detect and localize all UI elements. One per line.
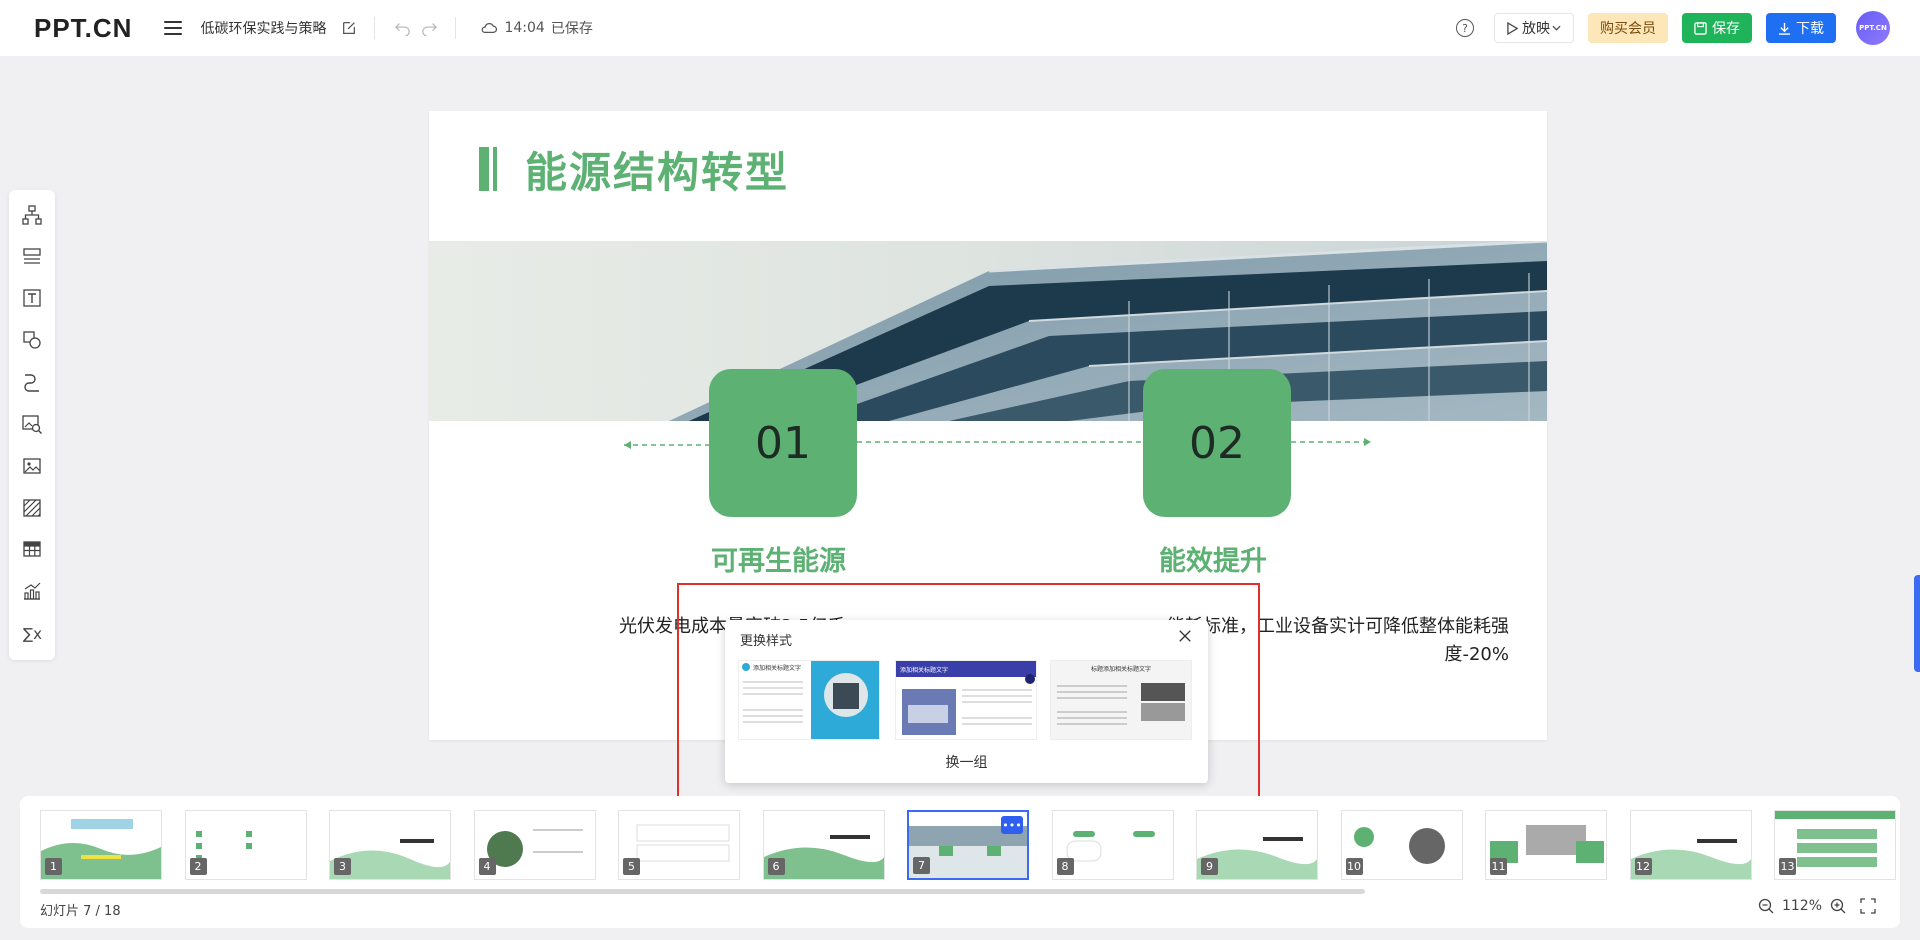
change-style-popup: 更换样式 添加相关标题文字 添加相关标题文字 标题添加相关标题文字 换一组 <box>725 620 1208 783</box>
close-icon[interactable] <box>1178 628 1194 644</box>
slide-thumbnail-7[interactable]: 7 ••• <box>907 810 1029 880</box>
thumbnail-number: 9 <box>1201 858 1218 875</box>
slide-thumbnail-6[interactable]: 6 <box>762 810 885 880</box>
style-preview-1 <box>742 661 879 739</box>
undo-icon[interactable] <box>393 19 413 37</box>
slide-thumbnail-4[interactable]: 4 <box>473 810 596 880</box>
style-option-2[interactable]: 添加相关标题文字 <box>895 660 1037 740</box>
thumbnail-number: 13 <box>1779 858 1796 875</box>
slide-thumbnail-9[interactable]: 9 <box>1196 810 1318 880</box>
play-button[interactable]: 放映 <box>1494 13 1574 43</box>
slide-thumbnail-panel: 1 2 3 4 5 6 7 ••• 8 9 10 11 12 13 幻灯片 7 / 18 112% <box>20 796 1900 928</box>
org-chart-icon[interactable] <box>17 200 47 230</box>
slide-thumbnail-12[interactable]: 12 <box>1629 810 1752 880</box>
download-button[interactable]: 下载 <box>1766 13 1836 43</box>
menu-icon[interactable] <box>164 21 183 35</box>
logo[interactable]: PPT.CN <box>34 13 132 44</box>
thumbnail-number: 5 <box>623 858 640 875</box>
image-icon[interactable] <box>17 451 47 481</box>
thumbnail-number: 1 <box>45 858 62 875</box>
header-actions: ? 放映 购买会员 保存 下载 PPT.CN <box>1456 0 1890 56</box>
thumbnail-number: 3 <box>334 858 351 875</box>
zoom-level: 112% <box>1781 898 1822 914</box>
logo-text: PPT.CN <box>34 12 133 43</box>
slide-thumbnail-2[interactable]: 2 <box>184 810 307 880</box>
slide-thumbnail-11[interactable]: 11 <box>1485 810 1607 880</box>
formula-icon[interactable]: ∑x <box>17 618 47 648</box>
line-icon[interactable] <box>17 367 47 397</box>
save-button[interactable]: 保存 <box>1682 13 1752 43</box>
top-bar: PPT.CN 低碳环保实践与策略 14:04 已保存 ? 放映 购买会员 保存 … <box>0 0 1920 56</box>
slide-thumbnail-8[interactable]: 8 <box>1051 810 1174 880</box>
number-box-01[interactable]: 01 <box>709 369 857 517</box>
table-icon[interactable] <box>17 535 47 565</box>
shape-icon[interactable] <box>17 325 47 355</box>
redo-icon[interactable] <box>419 19 439 37</box>
save-status-text: 已保存 <box>550 21 593 37</box>
chevron-down-icon <box>1552 25 1561 31</box>
cloud-icon <box>482 23 498 33</box>
more-options-icon[interactable]: ••• <box>1001 816 1023 834</box>
edit-title-icon[interactable] <box>340 19 358 37</box>
thumbnail-number: 6 <box>767 858 785 875</box>
zoom-in-icon[interactable] <box>1830 898 1846 914</box>
style-option-heading: 标题添加相关标题文字 <box>1090 666 1151 673</box>
slide-thumbnail-13[interactable]: 13 <box>1774 810 1896 880</box>
slide-thumbnail-10[interactable]: 10 <box>1340 810 1463 880</box>
zoom-out-icon[interactable] <box>1758 898 1774 914</box>
slide-thumbnail-1[interactable]: 1 <box>40 810 162 880</box>
texture-icon[interactable] <box>17 493 47 523</box>
chart-icon[interactable] <box>17 576 47 606</box>
divider <box>455 17 457 39</box>
left-toolbar: ∑x <box>9 190 55 660</box>
fullscreen-icon[interactable] <box>1860 898 1876 914</box>
thumbnail-number: 8 <box>1056 858 1074 875</box>
document-title[interactable]: 低碳环保实践与策略 <box>200 18 326 38</box>
svg-text:∑x: ∑x <box>23 625 42 643</box>
download-label: 下载 <box>1796 21 1824 37</box>
caption-efficiency[interactable]: 能效提升 <box>1159 539 1267 578</box>
help-icon[interactable]: ? <box>1456 19 1474 37</box>
thumbnail-number: 4 <box>478 858 496 875</box>
play-icon <box>1507 21 1518 35</box>
thumbnail-scrollbar[interactable] <box>40 889 1365 894</box>
refresh-group-button[interactable]: 换一组 <box>725 752 1208 772</box>
avatar[interactable]: PPT.CN <box>1856 11 1890 45</box>
style-option-heading: 添加相关标题文字 <box>753 665 802 672</box>
thumbnail-strip[interactable]: 1 2 3 4 5 6 7 ••• 8 9 10 11 12 13 <box>40 810 1900 884</box>
style-option-3[interactable]: 标题添加相关标题文字 <box>1050 660 1192 740</box>
thumbnail-number: 2 <box>189 858 207 875</box>
style-option-1[interactable]: 添加相关标题文字 <box>738 660 880 740</box>
save-time: 14:04 <box>504 20 545 36</box>
number-box-02[interactable]: 02 <box>1143 369 1291 517</box>
save-icon <box>1694 21 1707 35</box>
play-label: 放映 <box>1522 21 1550 37</box>
right-side-panel-tab[interactable] <box>1914 575 1920 672</box>
divider <box>374 17 376 39</box>
save-label: 保存 <box>1712 21 1740 37</box>
thumbnail-number: 10 <box>1345 858 1363 875</box>
layout-icon[interactable] <box>17 242 47 272</box>
thumbnail-number: 7 <box>913 857 930 874</box>
thumbnail-number: 12 <box>1634 858 1652 875</box>
zoom-controls: 112% <box>1758 898 1876 914</box>
style-option-heading: 添加相关标题文字 <box>900 667 949 674</box>
caption-renewable-energy[interactable]: 可再生能源 <box>711 539 846 578</box>
download-icon <box>1778 22 1791 35</box>
image-search-icon[interactable] <box>17 409 47 439</box>
save-status: 14:04 已保存 <box>480 18 593 38</box>
thumbnail-number: 11 <box>1490 858 1507 875</box>
text-icon[interactable] <box>17 284 47 314</box>
slide-thumbnail-3[interactable]: 3 <box>329 810 451 880</box>
buy-vip-button[interactable]: 购买会员 <box>1588 13 1668 43</box>
slide-thumbnail-5[interactable]: 5 <box>618 810 740 880</box>
page-info: 幻灯片 7 / 18 <box>40 904 121 919</box>
popup-title: 更换样式 <box>740 634 793 649</box>
